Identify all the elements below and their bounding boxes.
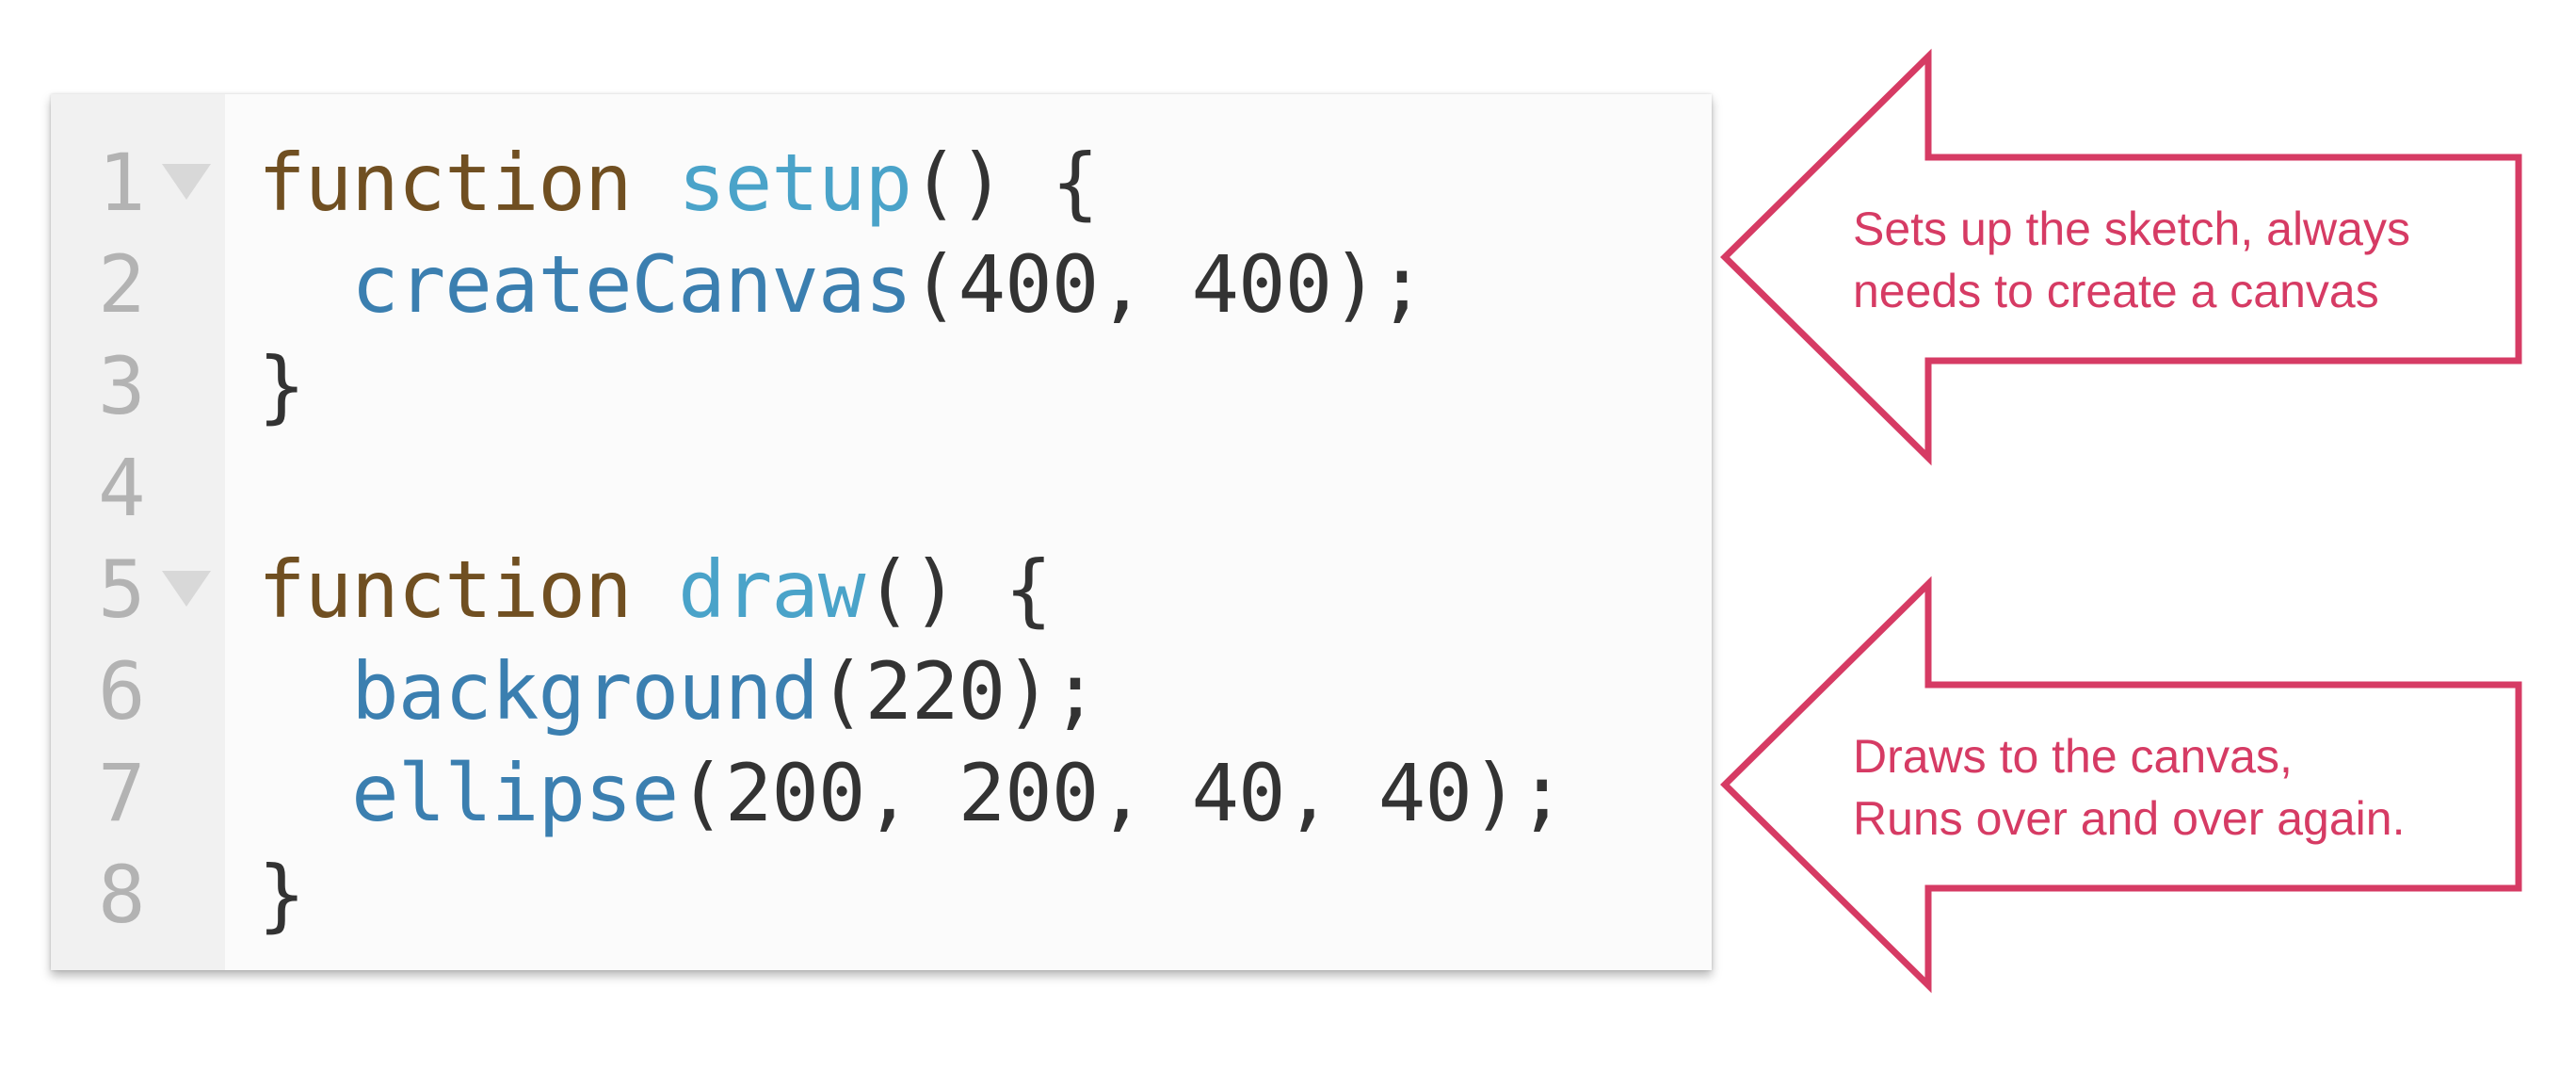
setup-annotation-line1: Sets up the sketch, always: [1853, 203, 2410, 255]
code-line[interactable]: 1 function setup() {: [51, 132, 1712, 234]
code-line[interactable]: 6 background(220);: [51, 640, 1712, 742]
code-token-punc: (400, 400);: [911, 238, 1425, 331]
code-text[interactable]: }: [258, 844, 306, 946]
code-text[interactable]: function setup() {: [258, 132, 1099, 234]
code-token-punc: () {: [911, 137, 1099, 229]
line-number: 7: [98, 747, 146, 839]
code-line[interactable]: 5 function draw() {: [51, 539, 1712, 640]
code-token-kw: function: [258, 137, 633, 229]
line-number: 2: [98, 238, 146, 331]
code-token-punc: [258, 747, 351, 839]
line-number: 3: [98, 340, 146, 432]
setup-annotation-line2: needs to create a canvas: [1853, 265, 2379, 317]
code-editor[interactable]: 1 function setup() {2 createCanvas(400, 4…: [51, 94, 1712, 970]
code-token-punc: [632, 543, 679, 636]
code-line[interactable]: 4: [51, 437, 1712, 539]
code-text[interactable]: createCanvas(400, 400);: [258, 234, 1425, 335]
code-text[interactable]: ellipse(200, 200, 40, 40);: [258, 742, 1566, 844]
line-number: 1: [98, 137, 146, 229]
line-number: 5: [98, 543, 146, 636]
line-number: 6: [98, 645, 146, 738]
fold-triangle-icon[interactable]: [162, 571, 211, 607]
code-token-fn-call: background: [351, 645, 819, 738]
code-token-punc: }: [258, 340, 306, 432]
code-line[interactable]: 7 ellipse(200, 200, 40, 40);: [51, 742, 1712, 844]
code-token-fn-call: createCanvas: [351, 238, 912, 331]
code-token-kw: function: [258, 543, 633, 636]
code-token-fn-def: setup: [678, 137, 912, 229]
draw-annotation-line2: Runs over and over again.: [1853, 792, 2406, 845]
code-text[interactable]: }: [258, 335, 306, 437]
code-token-punc: }: [258, 849, 306, 941]
code-line[interactable]: 2 createCanvas(400, 400);: [51, 234, 1712, 335]
setup-annotation-text: Sets up the sketch, always needs to crea…: [1853, 198, 2410, 322]
code-token-punc: [632, 137, 679, 229]
draw-annotation-line1: Draws to the canvas,: [1853, 730, 2293, 783]
line-number: 4: [98, 442, 146, 534]
fold-triangle-icon[interactable]: [162, 164, 211, 200]
code-token-punc: () {: [864, 543, 1052, 636]
code-token-fn-call: ellipse: [351, 747, 679, 839]
code-token-punc: (200, 200, 40, 40);: [678, 747, 1566, 839]
code-line[interactable]: 8}: [51, 844, 1712, 946]
code-text[interactable]: background(220);: [258, 640, 1099, 742]
draw-annotation-text: Draws to the canvas, Runs over and over …: [1853, 725, 2405, 850]
code-token-fn-def: draw: [678, 543, 865, 636]
line-number: 8: [98, 849, 146, 941]
code-text[interactable]: function draw() {: [258, 539, 1053, 640]
stage: 1 function setup() {2 createCanvas(400, 4…: [0, 0, 2576, 1070]
code-token-punc: [258, 238, 351, 331]
code-line[interactable]: 3}: [51, 335, 1712, 437]
code-token-punc: [258, 645, 351, 738]
code-token-punc: (220);: [817, 645, 1099, 738]
